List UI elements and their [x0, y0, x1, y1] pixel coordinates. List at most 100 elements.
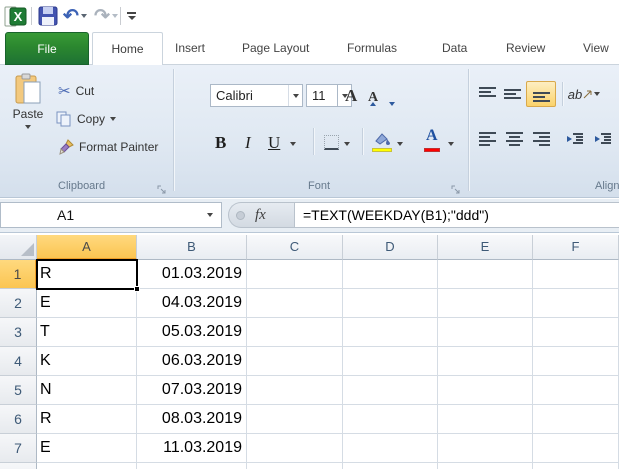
name-box[interactable]: A1: [0, 202, 222, 228]
cell-A6[interactable]: R: [37, 405, 137, 434]
paste-button[interactable]: Paste: [6, 73, 50, 165]
cell-D7[interactable]: [343, 434, 438, 463]
fill-color-dropdown-caret[interactable]: [397, 128, 403, 155]
cell-C5[interactable]: [247, 376, 343, 405]
cell-A3[interactable]: T: [37, 318, 137, 347]
cell-E4[interactable]: [438, 347, 533, 376]
cell-D3[interactable]: [343, 318, 438, 347]
align-left-button[interactable]: [475, 127, 499, 151]
column-header-A[interactable]: A: [37, 235, 137, 260]
row-header-2[interactable]: 2: [0, 289, 37, 318]
cell-E1[interactable]: [438, 260, 533, 289]
cell-B8[interactable]: [137, 463, 247, 469]
insert-function-icon[interactable]: fx: [255, 207, 266, 224]
cell-A4[interactable]: K: [37, 347, 137, 376]
row-header-1[interactable]: 1: [0, 260, 37, 289]
cell-A1[interactable]: R: [37, 260, 137, 289]
cell-D4[interactable]: [343, 347, 438, 376]
cell-D1[interactable]: [343, 260, 438, 289]
column-header-C[interactable]: C: [247, 235, 343, 260]
cell-B7[interactable]: 11.03.2019: [137, 434, 247, 463]
cell-C1[interactable]: [247, 260, 343, 289]
cell-D8[interactable]: [343, 463, 438, 469]
cell-F7[interactable]: [533, 434, 619, 463]
column-header-D[interactable]: D: [343, 235, 438, 260]
font-name-combo[interactable]: Calibri: [210, 84, 303, 107]
row-header-4[interactable]: 4: [0, 347, 37, 376]
bottom-align-button[interactable]: [526, 81, 556, 107]
row-header-3[interactable]: 3: [0, 318, 37, 347]
cell-B6[interactable]: 08.03.2019: [137, 405, 247, 434]
select-all-button[interactable]: [0, 235, 37, 260]
borders-button[interactable]: [324, 128, 339, 155]
borders-dropdown-caret[interactable]: [344, 128, 350, 155]
bold-button[interactable]: B: [215, 128, 226, 155]
cell-E5[interactable]: [438, 376, 533, 405]
cell-E7[interactable]: [438, 434, 533, 463]
cell-E2[interactable]: [438, 289, 533, 318]
tab-formulas[interactable]: Formulas: [347, 32, 397, 65]
cell-C6[interactable]: [247, 405, 343, 434]
copy-button[interactable]: Copy: [56, 111, 117, 127]
top-align-button[interactable]: [475, 82, 499, 106]
cell-C8[interactable]: [247, 463, 343, 469]
font-color-dropdown-caret[interactable]: [448, 128, 454, 155]
underline-dropdown-caret[interactable]: [290, 128, 296, 155]
cell-F8[interactable]: [533, 463, 619, 469]
cell-D2[interactable]: [343, 289, 438, 318]
excel-logo-icon[interactable]: X: [4, 4, 27, 28]
copy-dropdown-caret[interactable]: [110, 117, 117, 121]
undo-icon[interactable]: ↶: [63, 4, 87, 28]
tab-data[interactable]: Data: [442, 32, 467, 65]
font-name-caret-icon[interactable]: [288, 85, 302, 106]
cell-B5[interactable]: 07.03.2019: [137, 376, 247, 405]
paste-dropdown-caret[interactable]: [25, 125, 31, 129]
cell-C2[interactable]: [247, 289, 343, 318]
clipboard-dialog-launcher-icon[interactable]: [157, 182, 167, 194]
cell-F1[interactable]: [533, 260, 619, 289]
decrease-indent-button[interactable]: [563, 127, 587, 151]
tab-file[interactable]: File: [5, 32, 89, 65]
cell-C4[interactable]: [247, 347, 343, 376]
italic-button[interactable]: I: [245, 128, 251, 155]
row-header-6[interactable]: 6: [0, 405, 37, 434]
shrink-font-button[interactable]: A: [368, 81, 396, 108]
middle-align-button[interactable]: [500, 82, 524, 106]
cut-button[interactable]: ✂ Cut: [58, 82, 94, 100]
cell-B4[interactable]: 06.03.2019: [137, 347, 247, 376]
cell-A7[interactable]: E: [37, 434, 137, 463]
cell-C7[interactable]: [247, 434, 343, 463]
save-icon[interactable]: [38, 4, 58, 28]
cell-B2[interactable]: 04.03.2019: [137, 289, 247, 318]
fill-color-button[interactable]: [372, 128, 392, 155]
font-size-combo[interactable]: 11: [306, 84, 338, 107]
customize-qat-icon[interactable]: [127, 4, 136, 28]
row-header-7[interactable]: 7: [0, 434, 37, 463]
cell-D5[interactable]: [343, 376, 438, 405]
cell-F3[interactable]: [533, 318, 619, 347]
cell-B3[interactable]: 05.03.2019: [137, 318, 247, 347]
cell-E3[interactable]: [438, 318, 533, 347]
row-header-5[interactable]: 5: [0, 376, 37, 405]
redo-icon[interactable]: ↷: [94, 4, 118, 28]
cell-C3[interactable]: [247, 318, 343, 347]
column-header-F[interactable]: F: [533, 235, 619, 260]
row-header-8[interactable]: [0, 463, 37, 469]
cell-B1[interactable]: 01.03.2019: [137, 260, 247, 289]
increase-indent-button[interactable]: [591, 127, 615, 151]
cell-D6[interactable]: [343, 405, 438, 434]
cell-F5[interactable]: [533, 376, 619, 405]
cell-E6[interactable]: [438, 405, 533, 434]
cell-A8[interactable]: [37, 463, 137, 469]
tab-review[interactable]: Review: [506, 32, 545, 65]
cell-F4[interactable]: [533, 347, 619, 376]
cell-A2[interactable]: E: [37, 289, 137, 318]
name-box-caret-icon[interactable]: [199, 203, 221, 227]
tab-home[interactable]: Home: [92, 32, 163, 66]
formula-input[interactable]: =TEXT(WEEKDAY(B1);"ddd"): [294, 202, 619, 228]
orientation-button[interactable]: ab: [567, 82, 601, 106]
tab-page-layout[interactable]: Page Layout: [242, 32, 309, 65]
cell-F2[interactable]: [533, 289, 619, 318]
format-painter-button[interactable]: Format Painter: [58, 139, 158, 155]
underline-button[interactable]: U: [268, 128, 280, 155]
